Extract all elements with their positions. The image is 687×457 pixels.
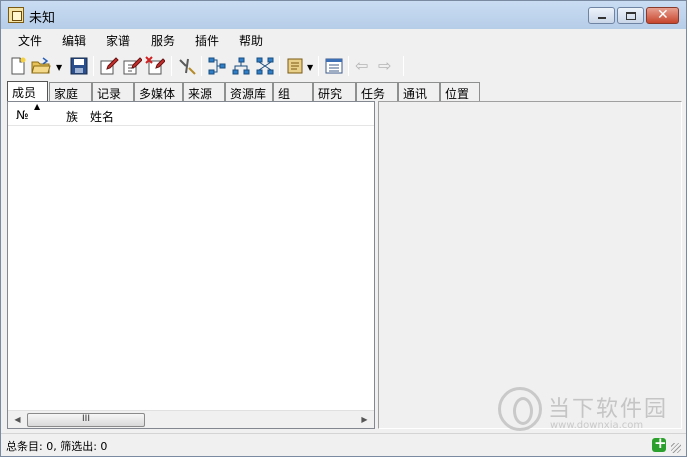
tab-records[interactable]: 记录 [92, 82, 134, 101]
watermark-url: www.downxia.com [550, 420, 644, 431]
family-tree-icon[interactable] [255, 56, 275, 76]
open-dropdown-icon[interactable]: ▼ [56, 63, 62, 72]
toolbar-separator [318, 56, 319, 76]
close-icon: ✕ [657, 7, 669, 23]
watermark: 当下软件园 www.downxia.com [498, 387, 678, 435]
toolbar-separator [171, 56, 172, 76]
menu-help[interactable]: 帮助 [239, 32, 263, 49]
toolbar: ▼ ▼ ⇦ ⇨ [1, 51, 686, 81]
toolbar-separator [348, 56, 349, 76]
minimize-button[interactable] [588, 7, 615, 24]
edit-record-icon[interactable] [99, 56, 119, 76]
close-button[interactable]: ✕ [646, 7, 679, 24]
app-icon [8, 7, 24, 23]
scroll-book-dropdown-icon[interactable]: ▼ [307, 63, 313, 72]
scroll-thumb[interactable]: III [27, 413, 145, 427]
status-bar: 总条目: 0, 筛选出: 0 [1, 433, 686, 456]
tab-members[interactable]: 成员 [7, 81, 48, 101]
toolbar-separator [201, 56, 202, 76]
toolbar-separator [93, 56, 94, 76]
menu-bar: 文件 编辑 家谱 服务 插件 帮助 [1, 29, 686, 51]
list-view-icon[interactable] [324, 56, 344, 76]
tab-research[interactable]: 研究 [313, 82, 356, 101]
scroll-book-icon[interactable] [285, 56, 305, 76]
menu-plugins[interactable]: 插件 [195, 32, 219, 49]
list-header: ▲ № 族 姓名 [8, 102, 374, 126]
resize-grip-icon[interactable] [671, 443, 681, 453]
sort-ascending-icon: ▲ [34, 102, 41, 111]
maximize-button[interactable] [617, 7, 644, 24]
tab-strip: 成员 家庭 记录 多媒体 来源 资源库 组 研究 任务 通讯 位置 [1, 81, 686, 101]
tab-families[interactable]: 家庭 [49, 82, 92, 101]
scroll-left-icon[interactable]: ◀ [9, 412, 26, 428]
tab-groups[interactable]: 组 [273, 82, 313, 101]
status-text: 总条目: 0, 筛选出: 0 [6, 440, 108, 453]
pedigree-tree-icon[interactable] [207, 56, 227, 76]
menu-genealogy[interactable]: 家谱 [106, 32, 130, 49]
back-arrow-icon[interactable]: ⇦ [355, 56, 375, 76]
column-header-name[interactable]: 姓名 [90, 108, 114, 125]
status-ok-icon [652, 434, 667, 452]
tab-sources[interactable]: 来源 [183, 82, 225, 101]
tab-repositories[interactable]: 资源库 [225, 82, 273, 101]
window-title: 未知 [29, 11, 56, 26]
save-icon[interactable] [69, 56, 89, 76]
edit-record-pin-icon[interactable] [122, 56, 142, 76]
menu-file[interactable]: 文件 [18, 32, 42, 49]
tab-communications[interactable]: 通讯 [398, 82, 440, 101]
tab-multimedia[interactable]: 多媒体 [134, 82, 183, 101]
app-window: 未知 ✕ 文件 编辑 家谱 服务 插件 帮助 ▼ ▼ ⇦ ⇨ 成员 家庭 记录 … [0, 0, 687, 457]
forward-arrow-icon[interactable]: ⇨ [378, 56, 398, 76]
minimize-icon [598, 17, 606, 19]
horizontal-scrollbar[interactable]: ◀ III ▶ [8, 410, 374, 428]
menu-services[interactable]: 服务 [151, 32, 175, 49]
column-header-clan[interactable]: 族 [66, 108, 78, 125]
title-bar[interactable]: 未知 ✕ [1, 1, 686, 29]
tab-tasks[interactable]: 任务 [356, 82, 398, 101]
toolbar-separator [279, 56, 280, 76]
open-folder-icon[interactable] [31, 56, 51, 76]
maximize-icon [626, 12, 636, 20]
watermark-title: 当下软件园 [548, 397, 669, 422]
toolbar-separator [403, 56, 404, 76]
column-header-number[interactable]: № [16, 108, 28, 122]
menu-edit[interactable]: 编辑 [62, 32, 86, 49]
scroll-right-icon[interactable]: ▶ [356, 412, 373, 428]
descendant-tree-icon[interactable] [231, 56, 251, 76]
delete-record-icon[interactable] [145, 56, 165, 76]
watermark-logo-icon [498, 387, 542, 431]
tab-places[interactable]: 位置 [440, 82, 480, 101]
members-list[interactable]: ▲ № 族 姓名 ◀ III ▶ [7, 101, 375, 429]
new-file-icon[interactable] [8, 56, 28, 76]
tools-icon[interactable] [177, 56, 197, 76]
detail-pane [378, 101, 682, 429]
